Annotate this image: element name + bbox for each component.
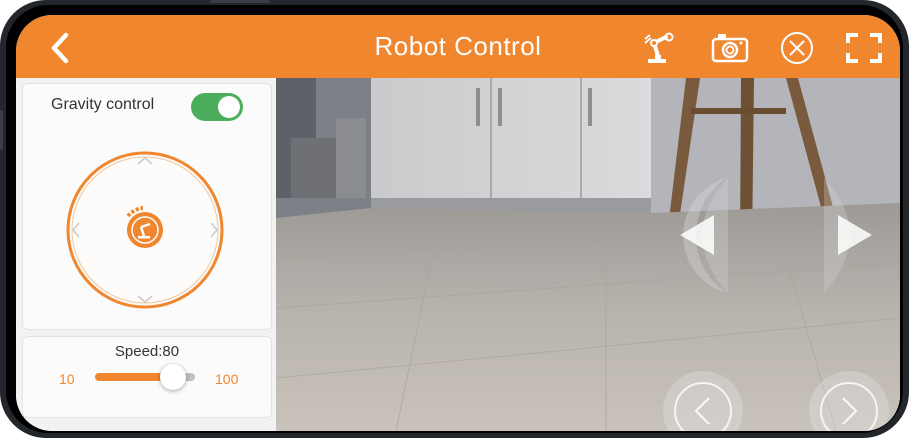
page-title: Robot Control bbox=[374, 31, 542, 61]
speed-slider-thumb[interactable] bbox=[159, 364, 186, 390]
prev-button[interactable] bbox=[660, 368, 746, 431]
triangle-right-icon bbox=[838, 215, 872, 255]
speed-label: Speed:80 bbox=[114, 343, 180, 360]
phone-frame: Robot Control Gravity control Speed:80 1… bbox=[0, 0, 909, 438]
toggle-knob bbox=[218, 96, 240, 118]
camera-icon bbox=[711, 34, 749, 63]
header-bar: Robot Control bbox=[16, 15, 900, 78]
gravity-toggle[interactable] bbox=[191, 93, 243, 121]
control-panel: Gravity control Speed:80 10 100 bbox=[16, 78, 276, 431]
joystick[interactable] bbox=[65, 150, 225, 310]
camera-button[interactable] bbox=[710, 31, 749, 65]
fullscreen-icon bbox=[846, 33, 882, 63]
phone-bezel: Robot Control Gravity control Speed:80 1… bbox=[6, 5, 903, 433]
camera-feed bbox=[276, 78, 900, 431]
speed-max-label: 100 bbox=[215, 371, 239, 387]
gravity-control-label: Gravity control bbox=[51, 96, 155, 113]
close-button[interactable] bbox=[780, 31, 814, 65]
fullscreen-button[interactable] bbox=[846, 31, 882, 65]
robot-arm-button[interactable] bbox=[642, 31, 676, 65]
gravity-card: Gravity control bbox=[22, 83, 272, 330]
robot-arm-icon bbox=[644, 32, 674, 63]
power-button bbox=[210, 0, 270, 3]
speed-slider[interactable] bbox=[95, 364, 195, 390]
speed-card: Speed:80 10 100 bbox=[22, 336, 272, 418]
close-circle-icon bbox=[781, 32, 813, 64]
turn-left-button[interactable] bbox=[666, 173, 736, 298]
volume-button bbox=[0, 110, 3, 150]
speed-min-label: 10 bbox=[59, 371, 75, 387]
app-screen: Robot Control Gravity control Speed:80 1… bbox=[16, 15, 900, 431]
next-button[interactable] bbox=[806, 368, 892, 431]
turn-right-button[interactable] bbox=[816, 173, 886, 298]
